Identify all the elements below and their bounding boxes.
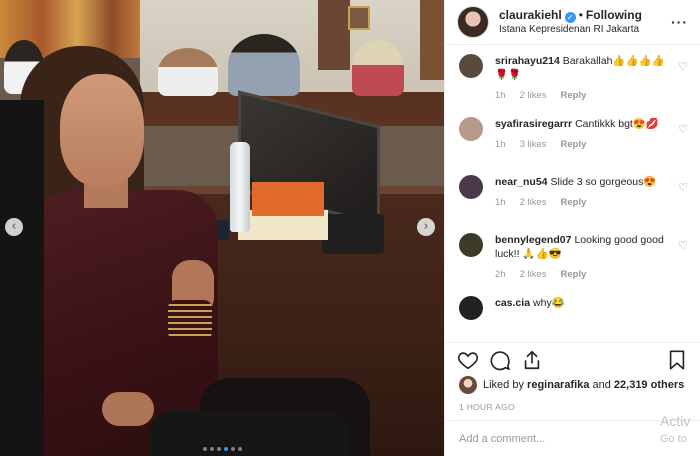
- comment-username[interactable]: cas.cia: [495, 297, 530, 309]
- watermark-line: Activ: [660, 413, 691, 429]
- wall-frame: [348, 6, 370, 30]
- carousel-dot: [230, 447, 235, 451]
- wooden-cabinet: [420, 0, 444, 80]
- likes-prefix: Liked by: [483, 379, 524, 391]
- comment-likes[interactable]: 2 likes: [520, 269, 547, 280]
- post-sidebar: claurakiehl ✓ • Following Istana Kepresiden…: [444, 0, 700, 456]
- comment-time[interactable]: 1h: [495, 139, 506, 150]
- woman-face: [60, 74, 144, 186]
- heart-icon[interactable]: ♡: [678, 123, 688, 136]
- activate-windows-watermark: Activ Go to: [660, 412, 700, 448]
- following-button[interactable]: Following: [586, 8, 642, 22]
- comment-text: why😂: [533, 297, 565, 309]
- heart-icon[interactable]: [457, 349, 479, 371]
- background-person: [228, 34, 300, 96]
- woman-hand: [102, 392, 154, 426]
- carousel-dot: [209, 447, 214, 451]
- liker-username[interactable]: reginarafika: [527, 379, 589, 391]
- share-icon[interactable]: [521, 349, 543, 371]
- comment-item: near_nu54 Slide 3 so gorgeous😍 1h 2 likes Re…: [445, 167, 700, 225]
- action-bar: [445, 342, 700, 376]
- comment-time[interactable]: 1h: [495, 90, 506, 101]
- gold-cuff: [168, 300, 212, 340]
- comment-likes[interactable]: 3 likes: [520, 139, 547, 150]
- avatar[interactable]: [459, 117, 483, 141]
- ellipsis-icon[interactable]: ···: [671, 14, 688, 30]
- avatar[interactable]: [459, 233, 483, 257]
- comment-username[interactable]: srirahayu214: [495, 55, 560, 67]
- reply-button[interactable]: Reply: [561, 197, 587, 208]
- comment-username[interactable]: syafirasiregarrr: [495, 118, 572, 130]
- comment-icon[interactable]: [489, 349, 511, 371]
- heart-icon[interactable]: ♡: [678, 239, 688, 252]
- comment-meta: 1h 3 likes Reply: [495, 139, 670, 158]
- comment-text: Slide 3 so gorgeous😍: [550, 176, 657, 188]
- bookmark-icon[interactable]: [666, 349, 688, 371]
- carousel-dot: [202, 447, 207, 451]
- avatar[interactable]: [459, 54, 483, 78]
- likes-middle: and: [592, 379, 611, 391]
- heart-icon[interactable]: ♡: [678, 181, 688, 194]
- avatar[interactable]: [459, 376, 477, 394]
- comment-likes[interactable]: 2 likes: [520, 197, 547, 208]
- comment-meta: 1h 2 likes Reply: [495, 197, 670, 216]
- comment-likes[interactable]: 2 likes: [520, 90, 547, 101]
- chair-back: [0, 100, 44, 456]
- comment-item: srirahayu214 Barakallah👍👍👍👍🌹🌹 1h 2 likes Rep…: [445, 46, 700, 109]
- post-timestamp[interactable]: 1 HOUR AGO: [459, 402, 515, 412]
- chevron-right-icon[interactable]: ›: [417, 218, 435, 236]
- location-link[interactable]: Istana Kepresidenan RI Jakarta: [499, 23, 642, 37]
- reply-button[interactable]: Reply: [561, 269, 587, 280]
- likes-summary: Liked by reginarafika and 22,319 others: [459, 376, 684, 394]
- carousel-dots: [0, 447, 444, 451]
- separator: •: [578, 7, 583, 22]
- comment-time[interactable]: 2h: [495, 269, 506, 280]
- watermark-line: Go to: [660, 433, 687, 445]
- avatar[interactable]: [459, 175, 483, 199]
- comment-list[interactable]: srirahayu214 Barakallah👍👍👍👍🌹🌹 1h 2 likes Rep…: [445, 46, 700, 340]
- water-bottle: [230, 142, 250, 232]
- carousel-dot: [216, 447, 221, 451]
- carousel-dot: [223, 447, 228, 451]
- comment-input[interactable]: [459, 433, 639, 445]
- comment-text: Cantikkk bgt😍💋: [575, 118, 659, 130]
- comment-meta: 2h 2 likes Reply: [495, 269, 670, 288]
- likes-count[interactable]: 22,319 others: [614, 379, 684, 391]
- post-header: claurakiehl ✓ • Following Istana Kepresiden…: [445, 0, 700, 45]
- comment-item: syafirasiregarrr Cantikkk bgt😍💋 1h 3 likes R…: [445, 109, 700, 167]
- door: [318, 0, 350, 70]
- heart-icon[interactable]: ♡: [678, 60, 688, 73]
- reply-button[interactable]: Reply: [561, 139, 587, 150]
- chevron-left-icon[interactable]: ‹: [5, 218, 23, 236]
- comment-meta: 1h 2 likes Reply: [495, 90, 670, 109]
- background-person: [352, 40, 404, 96]
- comment-username[interactable]: bennylegend07: [495, 234, 571, 246]
- background-person: [158, 48, 218, 96]
- snack-box: [252, 182, 324, 216]
- comment-item: cas.cia why😂: [445, 288, 700, 340]
- check-icon: ✓: [564, 11, 576, 23]
- comment-time[interactable]: 1h: [495, 197, 506, 208]
- comment-username[interactable]: near_nu54: [495, 176, 548, 188]
- carousel-dot: [237, 447, 242, 451]
- post-photo[interactable]: ‹ ›: [0, 0, 444, 456]
- avatar[interactable]: [457, 6, 489, 38]
- avatar[interactable]: [459, 296, 483, 320]
- reply-button[interactable]: Reply: [561, 90, 587, 101]
- author-username[interactable]: claurakiehl: [499, 8, 562, 22]
- microphone-base: [322, 214, 384, 254]
- comment-item: bennylegend07 Looking good good luck!! 🙏👍…: [445, 225, 700, 288]
